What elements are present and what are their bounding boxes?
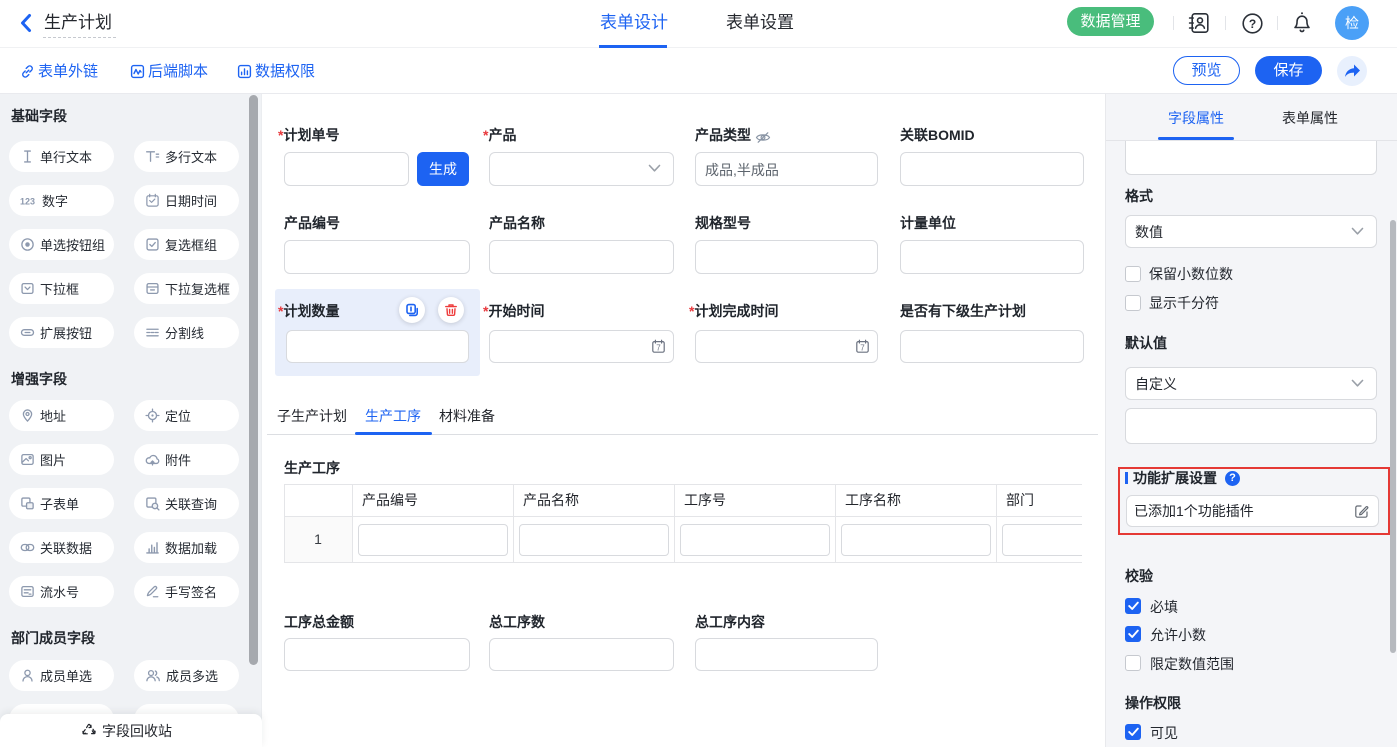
svg-text:123: 123 [20,197,35,207]
svg-text:7: 7 [656,344,661,353]
svg-text:7: 7 [860,344,865,353]
svg-text:?: ? [1249,16,1256,30]
